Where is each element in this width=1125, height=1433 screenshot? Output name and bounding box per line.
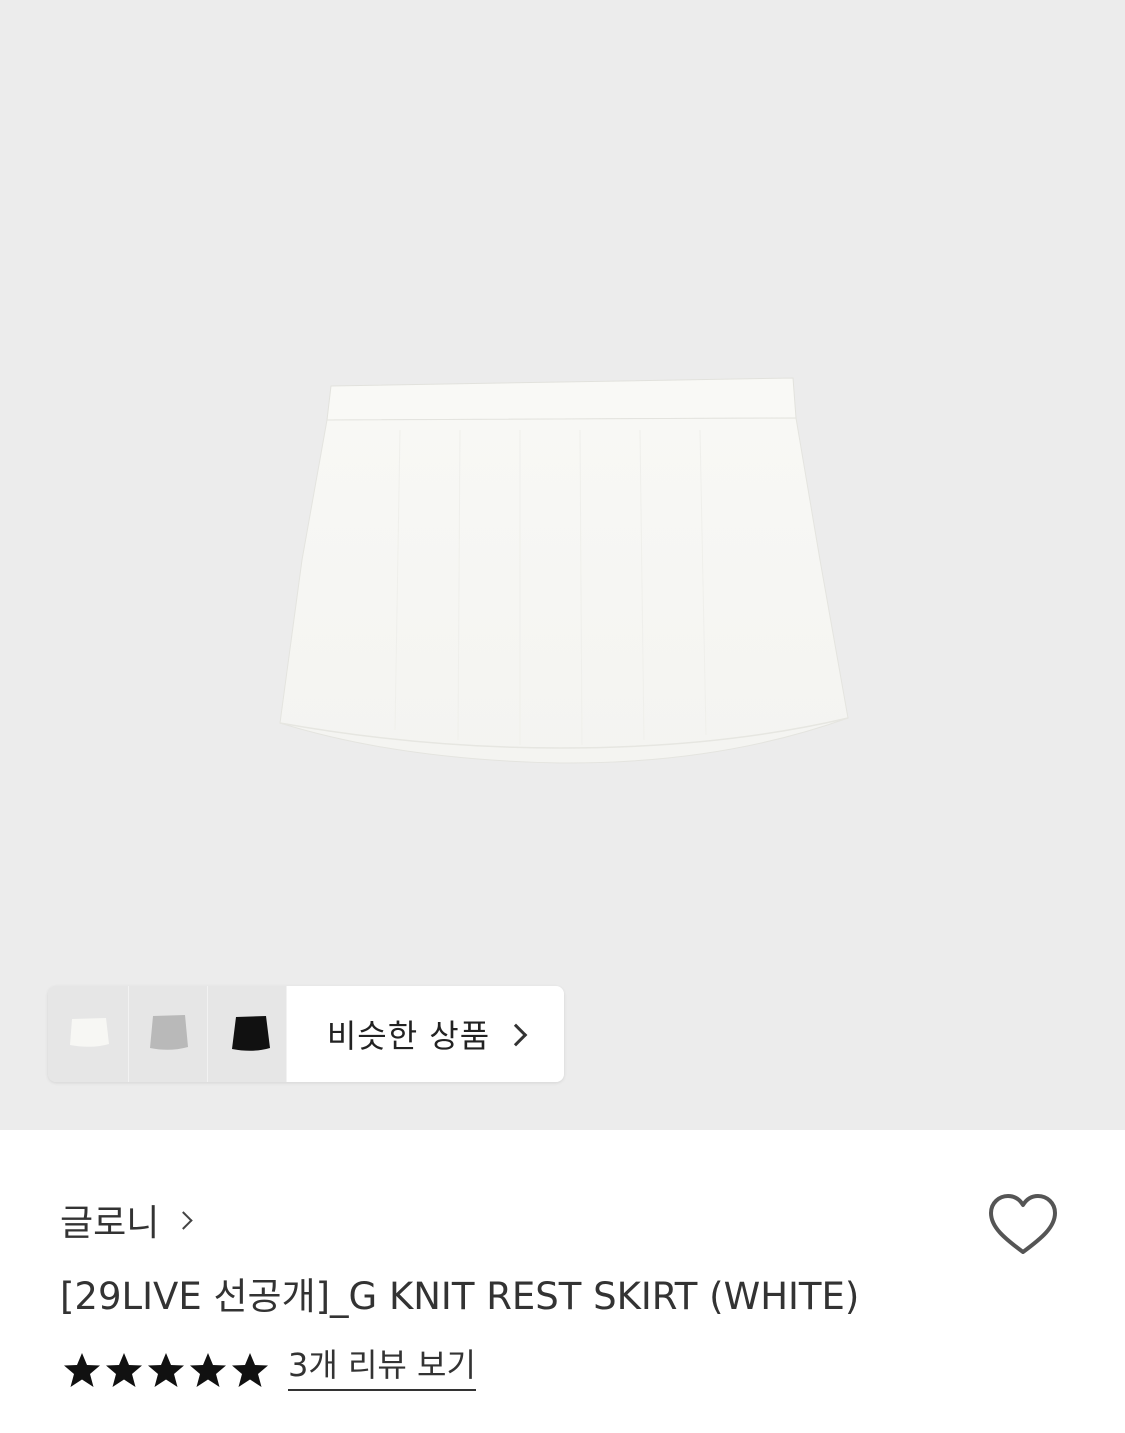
star-icon [232, 1352, 268, 1387]
product-image-skirt [279, 377, 849, 764]
similar-products-label: 비슷한 상품 [326, 1017, 491, 1055]
star-icon [148, 1352, 184, 1387]
product-info: 글로니 [29LIVE 선공개]_G KNIT REST SKIRT (WHIT… [0, 1130, 1125, 1433]
star-icon [106, 1352, 142, 1387]
similar-thumbnail-black[interactable] [208, 986, 287, 1082]
review-link[interactable]: 3개 리뷰 보기 [288, 1347, 476, 1392]
star-icon [64, 1352, 100, 1387]
chevron-right-icon [504, 1023, 528, 1047]
brand-name: 글로니 [60, 1203, 160, 1244]
similar-thumbnail-gray[interactable] [129, 986, 208, 1082]
star-icon [190, 1352, 226, 1387]
heart-icon[interactable] [986, 1192, 1060, 1258]
product-title: [29LIVE 선공개]_G KNIT REST SKIRT (WHITE) [60, 1275, 860, 1318]
brand-link[interactable]: 글로니 [60, 1194, 194, 1246]
similar-thumbnail-white[interactable] [48, 986, 129, 1082]
chevron-right-icon [174, 1210, 194, 1230]
product-image-area[interactable]: 비슷한 상품 [0, 0, 1125, 1130]
star-rating [62, 1350, 270, 1390]
rating-row: 3개 리뷰 보기 [62, 1347, 476, 1392]
similar-products-button[interactable]: 비슷한 상품 [287, 986, 564, 1082]
similar-products-bar[interactable]: 비슷한 상품 [48, 986, 564, 1082]
